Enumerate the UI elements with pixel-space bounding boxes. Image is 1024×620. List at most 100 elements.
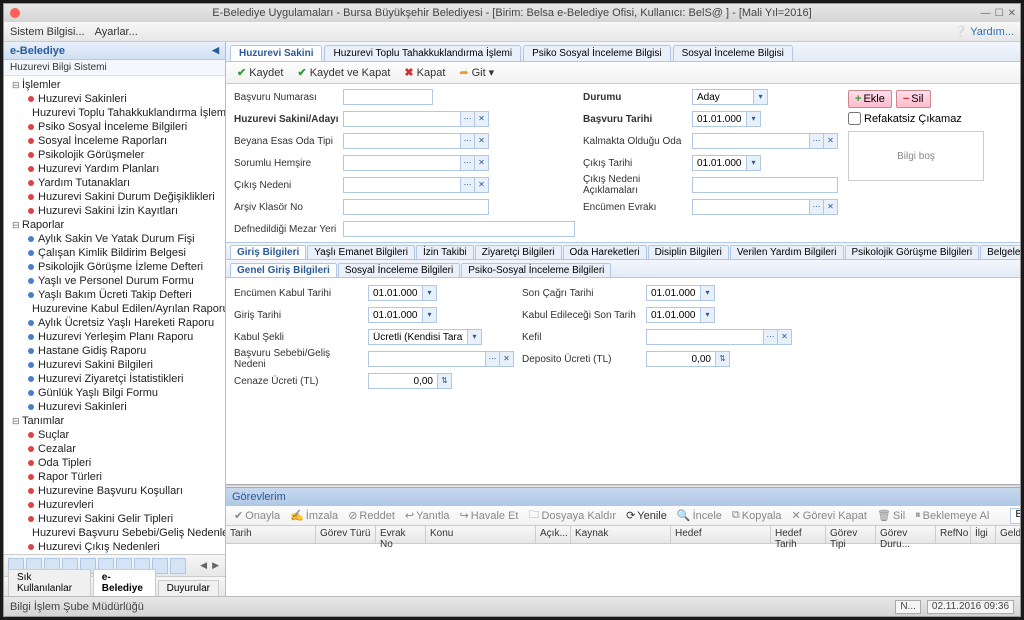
lookup-icon[interactable]: ⋯	[461, 133, 475, 149]
scroll-right-icon[interactable]: ▶	[210, 560, 221, 571]
dropdown-icon[interactable]: ▾	[754, 89, 768, 105]
close-icon[interactable]: ✕	[1008, 8, 1016, 19]
spinner-icon[interactable]: ⇅	[716, 351, 730, 367]
inner-tab[interactable]: Psiko-Sosyal İnceleme Bilgileri	[461, 263, 611, 277]
tb-onayla[interactable]: ✔ Onayla	[230, 508, 284, 523]
tree-item[interactable]: Huzurevi Yardım Planları	[4, 162, 225, 176]
dropdown-icon[interactable]: ▾	[701, 285, 715, 301]
tb-kopyala[interactable]: ⧉ Kopyala	[728, 508, 786, 523]
inner-tab[interactable]: Yaşlı Emanet Bilgileri	[307, 245, 415, 259]
col-tarih[interactable]: Tarih	[226, 526, 316, 543]
doc-tab[interactable]: Huzurevi Sakini	[230, 45, 322, 61]
tree-item[interactable]: Yardım Tutanakları	[4, 176, 225, 190]
input-mezar[interactable]	[343, 221, 575, 237]
inner-tab[interactable]: Belgeler	[980, 245, 1020, 259]
dropdown-icon[interactable]: ▾	[423, 285, 437, 301]
inner-tab[interactable]: Verilen Yardım Bilgileri	[730, 245, 844, 259]
tb-havale[interactable]: ↪ Havale Et	[456, 508, 523, 523]
lookup-icon[interactable]: ⋯	[810, 199, 824, 215]
col-evrak-no[interactable]: Evrak No	[376, 526, 426, 543]
btab-announcements[interactable]: Duyurular	[158, 580, 219, 596]
col-hedef-tarih[interactable]: Hedef Tarih	[771, 526, 826, 543]
col-acik[interactable]: Açık...	[536, 526, 571, 543]
save-button[interactable]: ✔Kaydet	[232, 65, 288, 80]
inner-tab[interactable]: İzin Takibi	[416, 245, 474, 259]
lookup-icon[interactable]: ⋯	[486, 351, 500, 367]
tree-group-tanimlar[interactable]: ⊟Tanımlar	[4, 414, 225, 428]
clear-icon[interactable]: ✕	[824, 199, 838, 215]
tree-item[interactable]: Yaşlı Bakım Ücreti Takip Defteri	[4, 288, 225, 302]
tree-item[interactable]: Hastane Gidiş Raporu	[4, 344, 225, 358]
tree-item[interactable]: Psikolojik Görüşme İzleme Defteri	[4, 260, 225, 274]
tb-yenile[interactable]: ⟳ Yenile	[622, 508, 671, 523]
tree-item[interactable]: Rapor Türleri	[4, 470, 225, 484]
date-enc-kabul[interactable]	[368, 285, 423, 301]
ref-checkbox[interactable]: Refakatsiz Çıkamaz	[848, 112, 984, 125]
input-oda[interactable]	[692, 133, 810, 149]
clear-icon[interactable]: ✕	[500, 351, 514, 367]
btab-favorites[interactable]: Sık Kullanılanlar	[8, 569, 91, 596]
input-depozito[interactable]	[646, 351, 716, 367]
tree-item[interactable]: Çalışan Kimlik Bildirim Belgesi	[4, 246, 225, 260]
col-gorev-turu[interactable]: Görev Türü	[316, 526, 376, 543]
tree-item[interactable]: Huzurevi Çıkış Nedenleri	[4, 540, 225, 554]
lookup-icon[interactable]: ⋯	[461, 177, 475, 193]
save-close-button[interactable]: ✔Kaydet ve Kapat	[292, 65, 395, 80]
close-button[interactable]: ✖Kapat	[399, 65, 450, 80]
sil-button[interactable]: −Sil	[896, 90, 931, 108]
window-close-dot[interactable]	[10, 8, 20, 18]
input-oda-tipi[interactable]	[343, 133, 461, 149]
col-gorev-tipi[interactable]: Görev Tipi	[826, 526, 876, 543]
dropdown-icon[interactable]: ▾	[468, 329, 482, 345]
tree-item[interactable]: Huzurevleri	[4, 498, 225, 512]
tree-item[interactable]: Cezalar	[4, 442, 225, 456]
tree-item[interactable]: Psikolojik Görüşmeler	[4, 148, 225, 162]
tb-sil[interactable]: 🗑 Sil	[873, 508, 909, 523]
tree-item[interactable]: Oda Tipleri	[4, 456, 225, 470]
input-sakin-aday[interactable]	[343, 111, 461, 127]
tb-reddet[interactable]: ⊘ Reddet	[344, 508, 399, 523]
clear-icon[interactable]: ✕	[475, 177, 489, 193]
inner-tab[interactable]: Disiplin Bilgileri	[648, 245, 729, 259]
inner-tab[interactable]: Sosyal İnceleme Bilgileri	[338, 263, 460, 277]
tb-bekleme[interactable]: ⏸ Beklemeye Al	[911, 508, 993, 523]
inner-tab[interactable]: Psikolojik Görüşme Bilgileri	[845, 245, 980, 259]
tree-item[interactable]: Huzurevi Sakinleri	[4, 92, 225, 106]
col-konu[interactable]: Konu	[426, 526, 536, 543]
doc-tab[interactable]: Psiko Sosyal İnceleme Bilgisi	[523, 45, 671, 61]
dropdown-icon[interactable]: ▾	[747, 111, 761, 127]
clear-icon[interactable]: ✕	[778, 329, 792, 345]
date-son-cagri[interactable]	[646, 285, 701, 301]
scroll-left-icon[interactable]: ◀	[198, 560, 209, 571]
tree-item[interactable]: Suçlar	[4, 428, 225, 442]
input-cikis-acik[interactable]	[692, 177, 838, 193]
dropdown-icon[interactable]: ▾	[701, 307, 715, 323]
col-gorev-duru[interactable]: Görev Duru...	[876, 526, 936, 543]
tree-item[interactable]: Yaşlı ve Personel Durum Formu	[4, 274, 225, 288]
tb-imzala[interactable]: ✍ İmzala	[286, 508, 342, 523]
lookup-icon[interactable]: ⋯	[764, 329, 778, 345]
input-basvuru-no[interactable]	[343, 89, 433, 105]
clear-icon[interactable]: ✕	[475, 133, 489, 149]
tb-yanitla[interactable]: ↩ Yanıtla	[401, 508, 454, 523]
inner-tab[interactable]: Giriş Bilgileri	[230, 245, 306, 259]
tree-item[interactable]: Huzurevi Başvuru Sebebi/Geliş Nedenleri	[4, 526, 225, 540]
tree-item[interactable]: Huzurevi Sakini Gelir Tipleri	[4, 512, 225, 526]
col-kaynak[interactable]: Kaynak	[571, 526, 671, 543]
dropdown-icon[interactable]: ▾	[423, 307, 437, 323]
tree-group-raporlar[interactable]: ⊟Raporlar	[4, 218, 225, 232]
input-cenaze[interactable]	[368, 373, 438, 389]
sysinfo-button[interactable]: Sistem Bilgisi...	[10, 26, 85, 38]
inner-tab[interactable]: Oda Hareketleri	[563, 245, 647, 259]
inner-tab[interactable]: Genel Giriş Bilgileri	[230, 263, 337, 277]
tree-item[interactable]: Huzurevine Başvuru Koşulları	[4, 484, 225, 498]
clear-icon[interactable]: ✕	[475, 111, 489, 127]
ekle-button[interactable]: +Ekle	[848, 90, 892, 108]
input-basvuru-sebep[interactable]	[368, 351, 486, 367]
tree-item[interactable]: Huzurevi Sakini Bilgileri	[4, 358, 225, 372]
tree-item[interactable]: Huzurevi Ziyaretçi İstatistikleri	[4, 372, 225, 386]
date-cikis[interactable]	[692, 155, 747, 171]
input-encumen[interactable]	[692, 199, 810, 215]
lookup-icon[interactable]: ⋯	[461, 111, 475, 127]
tree-group-islemler[interactable]: ⊟İşlemler	[4, 78, 225, 92]
